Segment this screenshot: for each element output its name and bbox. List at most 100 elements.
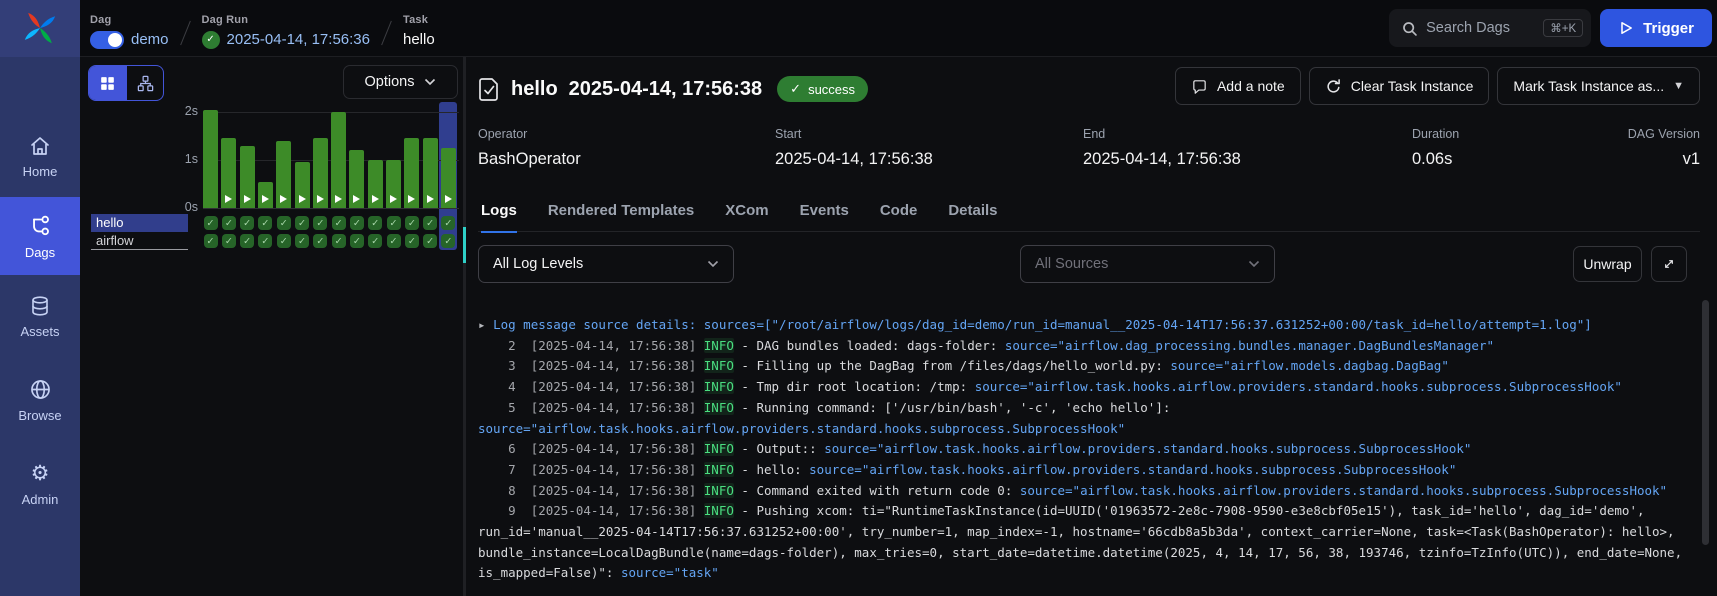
dag-run-link[interactable]: 2025-04-14, 17:56:36 (227, 31, 370, 48)
task-status-success[interactable]: ✓ (368, 216, 382, 230)
task-status-success[interactable]: ✓ (277, 216, 291, 230)
task-row-label-hello[interactable]: hello (91, 214, 188, 232)
task-status-success[interactable]: ✓ (258, 234, 272, 248)
task-status-success[interactable]: ✓ (387, 234, 401, 248)
log-expander-icon[interactable]: ▸ (478, 317, 493, 332)
tab-rendered-templates[interactable]: Rendered Templates (548, 190, 694, 232)
manual-run-icon (335, 195, 342, 203)
dag-name-link[interactable]: demo (131, 31, 169, 48)
log-line-number: 4 (478, 379, 531, 394)
log-scrollbar[interactable] (1702, 300, 1709, 545)
sidebar-item-home[interactable]: Home (0, 123, 80, 189)
log-message: - Running command: ['/usr/bin/bash', '-c… (741, 400, 1178, 415)
log-source-link[interactable]: source="airflow.task.hooks.airflow.provi… (975, 379, 1622, 394)
sidebar-item-assets[interactable]: Assets (0, 283, 80, 349)
y-axis-tick: 2s (160, 104, 198, 118)
task-status-success[interactable]: ✓ (368, 234, 382, 248)
log-level-select[interactable]: All Log Levels (478, 245, 734, 283)
manual-run-icon (408, 195, 415, 203)
meta-label: Start (775, 127, 1083, 141)
tab-code[interactable]: Code (880, 190, 918, 232)
task-status-success[interactable]: ✓ (240, 216, 254, 230)
log-source-link[interactable]: source="airflow.task.hooks.airflow.provi… (809, 462, 1456, 477)
task-status-success[interactable]: ✓ (332, 216, 346, 230)
airflow-logo[interactable] (0, 0, 80, 57)
sidebar-item-label: Dags (25, 245, 55, 260)
clear-task-instance-label: Clear Task Instance (1351, 78, 1474, 94)
mark-task-instance-as-button[interactable]: Mark Task Instance as... ▼ (1497, 67, 1700, 105)
add-note-button[interactable]: Add a note (1175, 67, 1301, 105)
log-source-value: All Sources (1035, 256, 1248, 272)
tab-events[interactable]: Events (800, 190, 849, 232)
task-status-success[interactable]: ✓ (423, 234, 437, 248)
sidebar-item-admin[interactable]: ⚙Admin (0, 451, 80, 517)
task-status-success[interactable]: ✓ (405, 234, 419, 248)
log-source-link[interactable]: source="task" (621, 565, 719, 580)
log-level-value: All Log Levels (493, 256, 707, 272)
task-row-label-airflow[interactable]: airflow (91, 232, 188, 250)
log-timestamp: [2025-04-14, 17:56:38] (531, 462, 704, 477)
task-status-success[interactable]: ✓ (332, 234, 346, 248)
task-status-success[interactable]: ✓ (204, 216, 218, 230)
task-status-success[interactable]: ✓ (295, 216, 309, 230)
search-dags-input[interactable] (1426, 20, 1535, 36)
task-status-success[interactable]: ✓ (222, 234, 236, 248)
task-status-success[interactable]: ✓ (423, 216, 437, 230)
sidebar-item-label: Admin (22, 492, 59, 507)
dag-run-bar[interactable] (331, 112, 346, 208)
task-status-success[interactable]: ✓ (204, 234, 218, 248)
task-instance-panel: hello 2025-04-14, 17:56:38 ✓ success Add… (466, 57, 1717, 596)
clear-task-instance-button[interactable]: Clear Task Instance (1309, 67, 1490, 105)
dag-run-duration-chart: 2s1s0shello✓✓✓✓✓✓✓✓✓✓✓✓✓✓airflow✓✓✓✓✓✓✓✓… (80, 57, 463, 596)
tab-details[interactable]: Details (948, 190, 997, 232)
log-line: 8 [2025-04-14, 17:56:38] INFO - Command … (478, 481, 1710, 502)
task-instance-actions: Add a note Clear Task Instance Mark Task… (1175, 67, 1700, 105)
search-icon (1401, 20, 1418, 37)
task-status-success[interactable]: ✓ (405, 216, 419, 230)
sidebar-item-browse[interactable]: Browse (0, 367, 80, 433)
log-source-link[interactable]: source="airflow.task.hooks.airflow.provi… (824, 441, 1471, 456)
log-source-link[interactable]: source="airflow.dag_processing.bundles.m… (1005, 338, 1494, 353)
task-status-success[interactable]: ✓ (258, 216, 272, 230)
sidebar-item-dags[interactable]: Dags (0, 197, 80, 275)
task-status-success[interactable]: ✓ (350, 216, 364, 230)
browse-globe-icon (28, 377, 53, 402)
breadcrumb-dag-run: Dag Run ✓ 2025-04-14, 17:56:36 (202, 6, 370, 51)
log-source-link[interactable]: source="airflow.models.dagbag.DagBag" (1170, 358, 1448, 373)
task-status-success[interactable]: ✓ (313, 234, 327, 248)
fullscreen-button[interactable] (1651, 246, 1687, 282)
log-message: - hello: (741, 462, 809, 477)
breadcrumb: Dag demo Dag Run ✓ 2025-04-14, 17:56:36 … (80, 6, 435, 51)
manual-run-icon (280, 195, 287, 203)
task-status-success[interactable]: ✓ (313, 216, 327, 230)
dag-pause-toggle[interactable] (90, 31, 124, 49)
log-source-select[interactable]: All Sources (1020, 245, 1275, 283)
task-status-success[interactable]: ✓ (350, 234, 364, 248)
log-summary-sources[interactable]: sources=["/root/airflow/logs/dag_id=demo… (704, 317, 1592, 332)
tab-xcom[interactable]: XCom (725, 190, 768, 232)
task-instance-meta: OperatorBashOperatorStart2025-04-14, 17:… (478, 127, 1700, 169)
task-status-success[interactable]: ✓ (295, 234, 309, 248)
trigger-button[interactable]: Trigger (1600, 9, 1712, 47)
tab-logs[interactable]: Logs (481, 190, 517, 232)
log-summary-text[interactable]: Log message source details: (493, 317, 704, 332)
task-instance-title-task: hello (511, 78, 558, 101)
breadcrumb-task: Task hello (403, 6, 435, 51)
dag-run-bar[interactable] (203, 110, 218, 208)
task-status-success[interactable]: ✓ (240, 234, 254, 248)
log-source-link[interactable]: source="airflow.task.hooks.airflow.provi… (478, 421, 1125, 436)
log-line: 9 [2025-04-14, 17:56:38] INFO - Pushing … (478, 501, 1710, 584)
search-dags-box[interactable]: ⌘+K (1389, 9, 1591, 47)
log-source-link[interactable]: source="airflow.task.hooks.airflow.provi… (1020, 483, 1667, 498)
task-status-success[interactable]: ✓ (277, 234, 291, 248)
task-status-success[interactable]: ✓ (222, 216, 236, 230)
unwrap-button[interactable]: Unwrap (1573, 246, 1642, 282)
task-status-success[interactable]: ✓ (387, 216, 401, 230)
note-bubble-icon (1191, 78, 1208, 95)
sidebar-item-label: Assets (20, 324, 59, 339)
log-level-badge: INFO (704, 462, 734, 477)
manual-run-icon (427, 195, 434, 203)
task-status-success[interactable]: ✓ (441, 234, 455, 248)
manual-run-icon (372, 195, 379, 203)
task-status-success[interactable]: ✓ (441, 216, 455, 230)
